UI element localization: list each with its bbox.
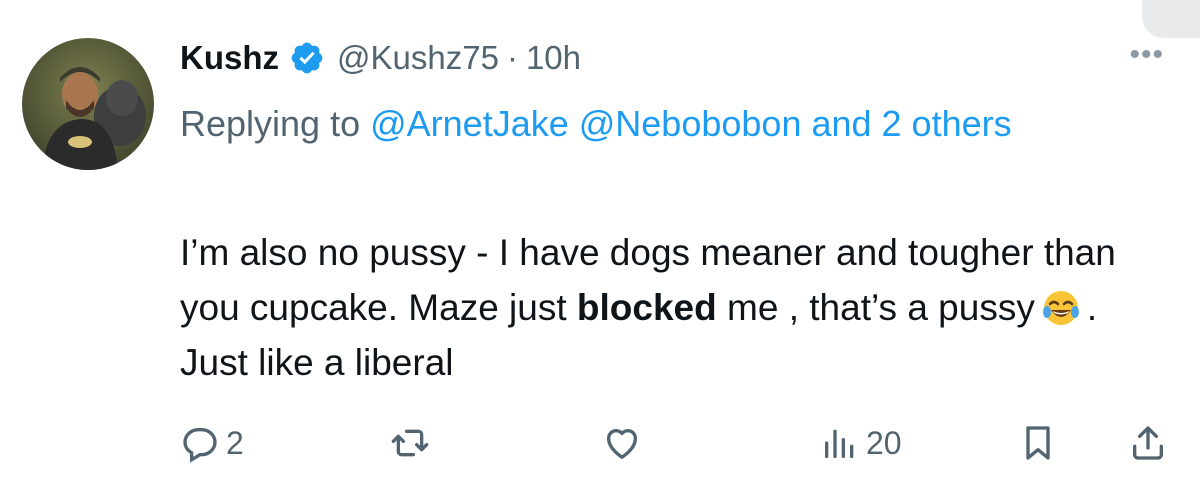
tweet-text: I’m also no pussy - I have dogs meaner a… xyxy=(180,225,1140,390)
replying-prefix: Replying to xyxy=(180,103,371,144)
separator: · xyxy=(506,39,518,76)
avatar[interactable] xyxy=(22,38,154,170)
bookmark-icon xyxy=(1026,426,1050,460)
reply-button[interactable]: 2 xyxy=(180,418,244,468)
action-bar: 2 20 xyxy=(180,418,1170,468)
like-button[interactable] xyxy=(602,418,648,468)
verified-icon xyxy=(289,40,325,76)
share-icon xyxy=(1133,426,1163,460)
tweet-header: Kushz @Kushz75 · 10h xyxy=(180,34,581,82)
bookmark-button[interactable] xyxy=(1018,418,1058,468)
author-name[interactable]: Kushz xyxy=(180,39,279,77)
tweet-text-bold: blocked xyxy=(576,287,717,328)
views-count: 20 xyxy=(866,424,902,461)
retweet-icon xyxy=(391,429,429,457)
retweet-button[interactable] xyxy=(390,418,436,468)
like-icon xyxy=(607,429,637,459)
tweet-text-part2: me , that’s a pussy xyxy=(716,287,1035,328)
tweet-card[interactable]: Kushz @Kushz75 · 10h ••• Replying to @Ar… xyxy=(0,0,1200,483)
views-icon xyxy=(825,429,854,458)
views-button[interactable]: 20 xyxy=(820,418,902,468)
replying-mentions[interactable]: @ArnetJake @Nebobobon and 2 others xyxy=(370,103,1012,144)
author-handle[interactable]: @Kushz75 xyxy=(337,39,499,77)
joy-emoji xyxy=(1041,288,1081,328)
reply-count: 2 xyxy=(226,424,244,461)
reply-icon xyxy=(183,428,217,463)
top-right-corner xyxy=(1142,0,1200,38)
more-icon[interactable]: ••• xyxy=(1129,40,1164,70)
timestamp[interactable]: 10h xyxy=(526,39,581,77)
share-button[interactable] xyxy=(1128,418,1168,468)
replying-to: Replying to @ArnetJake @Nebobobon and 2 … xyxy=(180,94,1080,154)
